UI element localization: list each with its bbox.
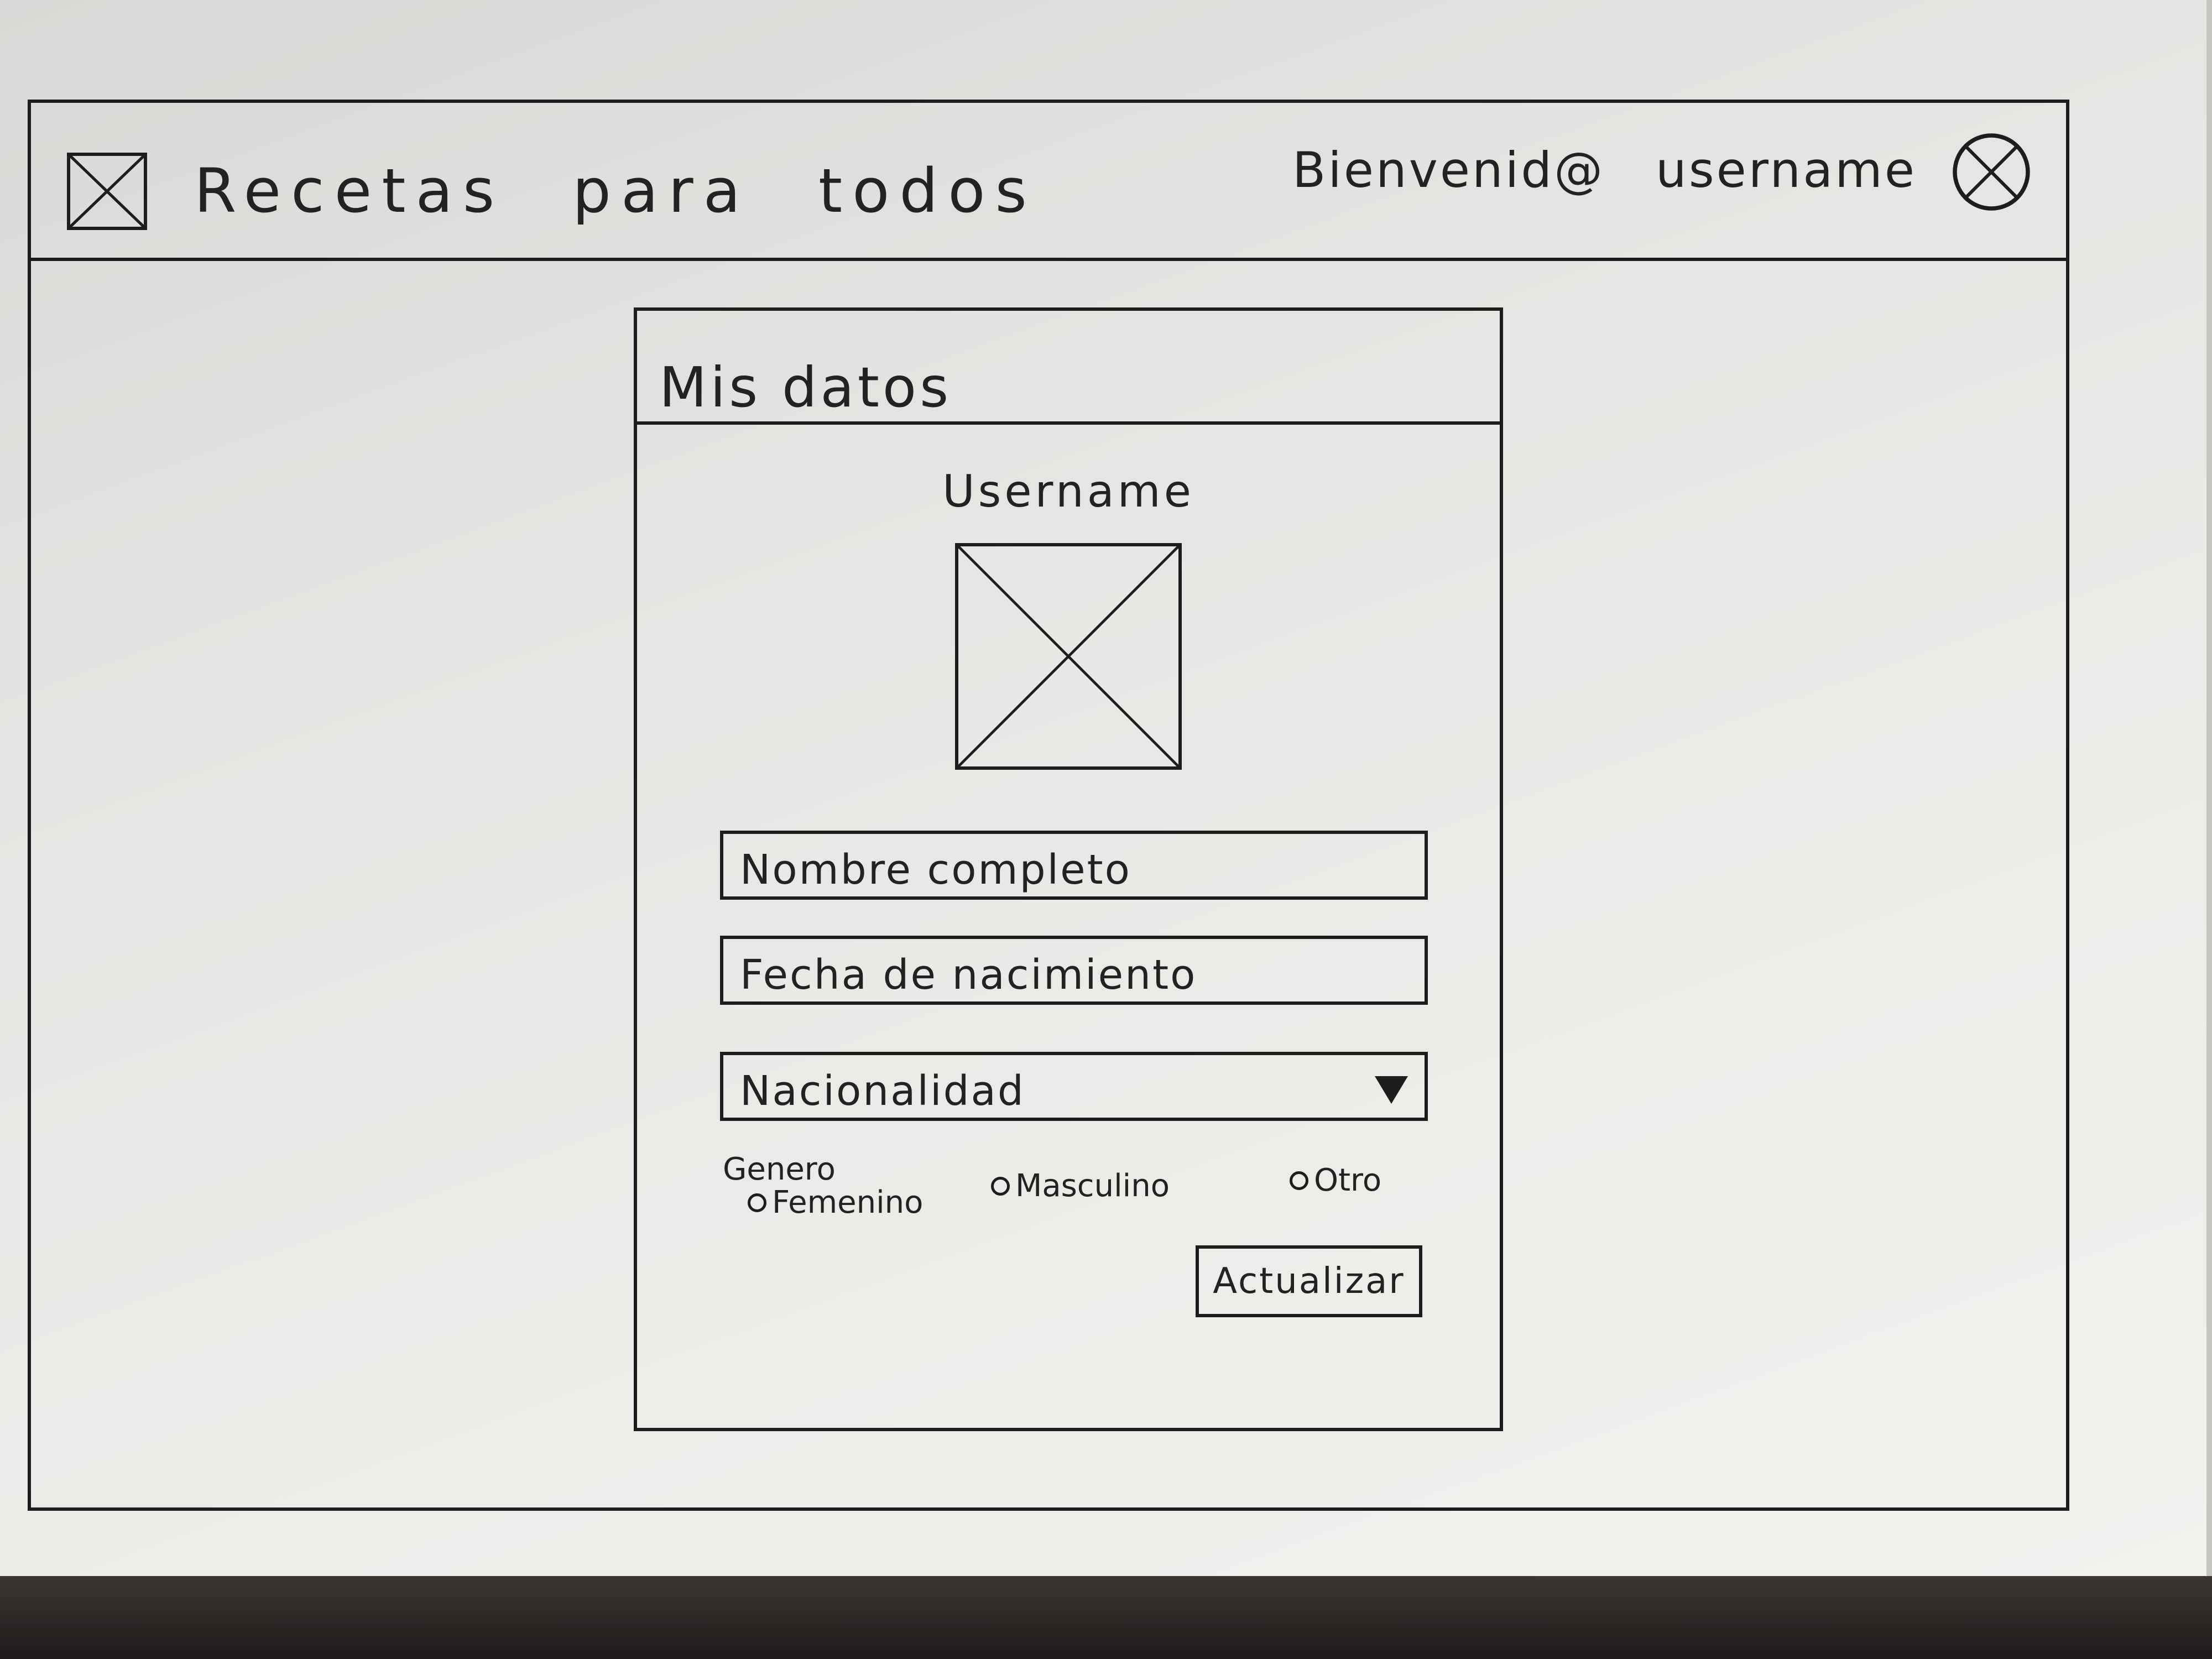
- gender-radio-masculino[interactable]: Masculino: [991, 1168, 1170, 1204]
- gender-option-label: Masculino: [1015, 1168, 1170, 1204]
- user-avatar-icon[interactable]: [1950, 131, 2033, 213]
- app-window: Recetas para todos Bienvenid@ username M…: [28, 100, 2069, 1511]
- card-header: Mis datos: [637, 311, 1500, 425]
- radio-circle-icon: [991, 1176, 1010, 1196]
- card-title: Mis datos: [659, 355, 952, 420]
- gender-label: Genero: [723, 1151, 836, 1187]
- radio-circle-icon: [748, 1193, 766, 1212]
- gender-option-label: Otro: [1314, 1162, 1382, 1198]
- gender-radio-otro[interactable]: Otro: [1290, 1162, 1381, 1198]
- nationality-select[interactable]: Nacionalidad: [720, 1052, 1428, 1121]
- gender-option-label: Femenino: [772, 1185, 924, 1220]
- top-bar: Recetas para todos Bienvenid@ username: [31, 103, 2066, 261]
- update-button[interactable]: Actualizar: [1196, 1245, 1422, 1317]
- logo-placeholder-icon: [67, 153, 147, 230]
- table-background: [0, 1576, 2212, 1659]
- profile-image-placeholder-icon[interactable]: [955, 543, 1182, 770]
- gender-radio-femenino[interactable]: Femenino: [748, 1185, 923, 1220]
- nationality-placeholder: Nacionalidad: [740, 1067, 1025, 1115]
- birthdate-placeholder: Fecha de nacimiento: [740, 951, 1197, 999]
- welcome-text: Bienvenid@ username: [1292, 142, 1917, 199]
- birthdate-input[interactable]: Fecha de nacimiento: [720, 936, 1428, 1005]
- username-label: Username: [942, 466, 1194, 517]
- full-name-input[interactable]: Nombre completo: [720, 831, 1428, 900]
- radio-circle-icon: [1290, 1171, 1308, 1190]
- full-name-placeholder: Nombre completo: [740, 846, 1131, 894]
- dropdown-triangle-icon: [1375, 1076, 1408, 1104]
- profile-card: Mis datos Username Nombre completo Fecha…: [634, 307, 1503, 1431]
- app-title: Recetas para todos: [194, 155, 1037, 226]
